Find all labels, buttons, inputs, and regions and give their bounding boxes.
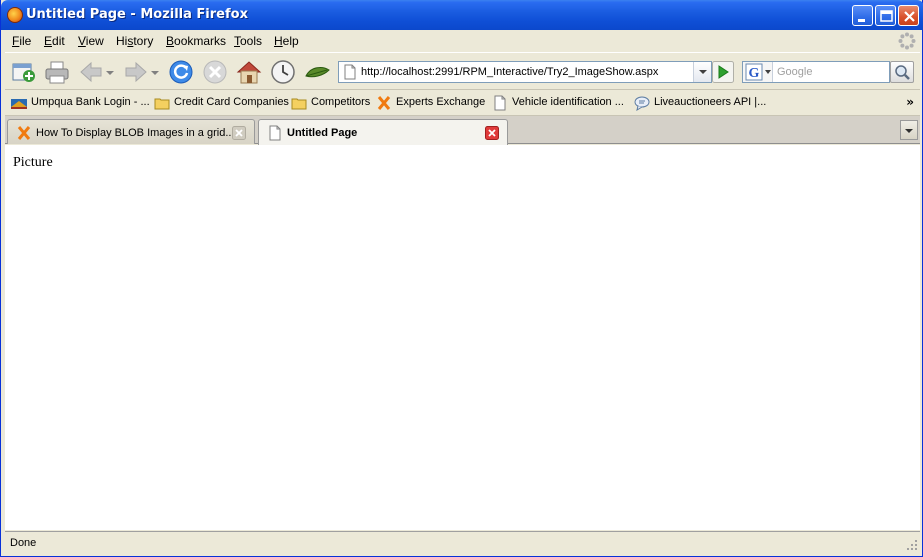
page-icon	[344, 64, 356, 80]
throbber-icon	[898, 32, 916, 50]
menu-history[interactable]: History	[116, 34, 153, 48]
chevron-down-icon	[905, 129, 913, 133]
tab-close-icon[interactable]	[485, 126, 499, 140]
search-engine-selector[interactable]: G	[743, 62, 773, 82]
search-box[interactable]: G Google	[742, 61, 890, 83]
leaf-icon[interactable]	[303, 58, 331, 86]
maximize-icon	[880, 10, 893, 22]
forward-icon[interactable]	[122, 58, 150, 86]
google-icon: G	[745, 63, 771, 81]
title-bar[interactable]: Untitled Page - Mozilla Firefox	[1, 0, 923, 30]
menu-file[interactable]: File	[12, 34, 31, 48]
tab-blob-images[interactable]: How To Display BLOB Images in a grid...	[7, 119, 255, 144]
new-tab-icon[interactable]	[9, 58, 37, 86]
stop-icon[interactable]	[201, 58, 229, 86]
tab-strip: How To Display BLOB Images in a grid... …	[5, 116, 920, 145]
url-text: http://localhost:2991/RPM_Interactive/Tr…	[361, 66, 659, 78]
status-text: Done	[10, 537, 37, 549]
menu-bookmarks[interactable]: Bookmarks	[166, 34, 226, 48]
browser-window: Untitled Page - Mozilla Firefox File Edi…	[0, 0, 923, 557]
magnifier-icon	[895, 65, 910, 80]
clock-icon[interactable]	[269, 58, 297, 86]
firefox-logo-icon	[7, 7, 23, 23]
search-placeholder: Google	[777, 66, 813, 78]
menu-view[interactable]: View	[78, 34, 104, 48]
bookmarks-toolbar: Umpqua Bank Login - ... Credit Card Comp…	[5, 90, 920, 116]
close-icon	[904, 11, 915, 22]
page-content: Picture	[5, 145, 920, 530]
go-button[interactable]	[712, 61, 734, 83]
list-all-tabs-button[interactable]	[900, 120, 918, 140]
bank-icon	[11, 99, 27, 109]
page-text-picture: Picture	[13, 155, 53, 170]
back-icon[interactable]	[77, 58, 105, 86]
bookmarks-overflow-chevron-icon[interactable]: »	[906, 95, 914, 109]
folder-icon	[291, 98, 307, 110]
menu-tools[interactable]: Tools	[234, 34, 262, 48]
menu-edit[interactable]: Edit	[44, 34, 65, 48]
page-icon	[494, 95, 506, 111]
status-bar: Done	[5, 531, 920, 553]
experts-exchange-icon	[17, 126, 31, 140]
print-icon[interactable]	[43, 58, 71, 86]
window-title: Untitled Page - Mozilla Firefox	[26, 7, 248, 22]
tab-untitled-page[interactable]: Untitled Page	[258, 119, 508, 145]
minimize-button[interactable]	[852, 5, 873, 26]
folder-icon	[154, 98, 170, 110]
chat-bubble-icon	[634, 96, 650, 111]
menu-bar: File Edit View History Bookmarks Tools H…	[5, 30, 920, 52]
experts-exchange-icon	[377, 96, 391, 110]
forward-dropdown-icon[interactable]	[148, 58, 162, 86]
page-icon	[269, 125, 281, 141]
chevron-down-icon	[699, 70, 707, 74]
tab-close-icon[interactable]	[232, 126, 246, 140]
url-dropdown-button[interactable]	[693, 62, 711, 82]
reload-icon[interactable]	[167, 58, 195, 86]
home-icon[interactable]	[235, 58, 263, 86]
minimize-icon	[858, 19, 865, 22]
search-button[interactable]	[890, 61, 914, 83]
navigation-toolbar: http://localhost:2991/RPM_Interactive/Tr…	[5, 52, 920, 90]
back-dropdown-icon[interactable]	[103, 58, 117, 86]
resize-grip-icon[interactable]	[906, 539, 918, 551]
svg-text:G: G	[749, 66, 760, 81]
url-bar[interactable]: http://localhost:2991/RPM_Interactive/Tr…	[338, 61, 712, 83]
maximize-button[interactable]	[875, 5, 896, 26]
close-button[interactable]	[898, 5, 919, 26]
menu-help[interactable]: Help	[274, 34, 299, 48]
